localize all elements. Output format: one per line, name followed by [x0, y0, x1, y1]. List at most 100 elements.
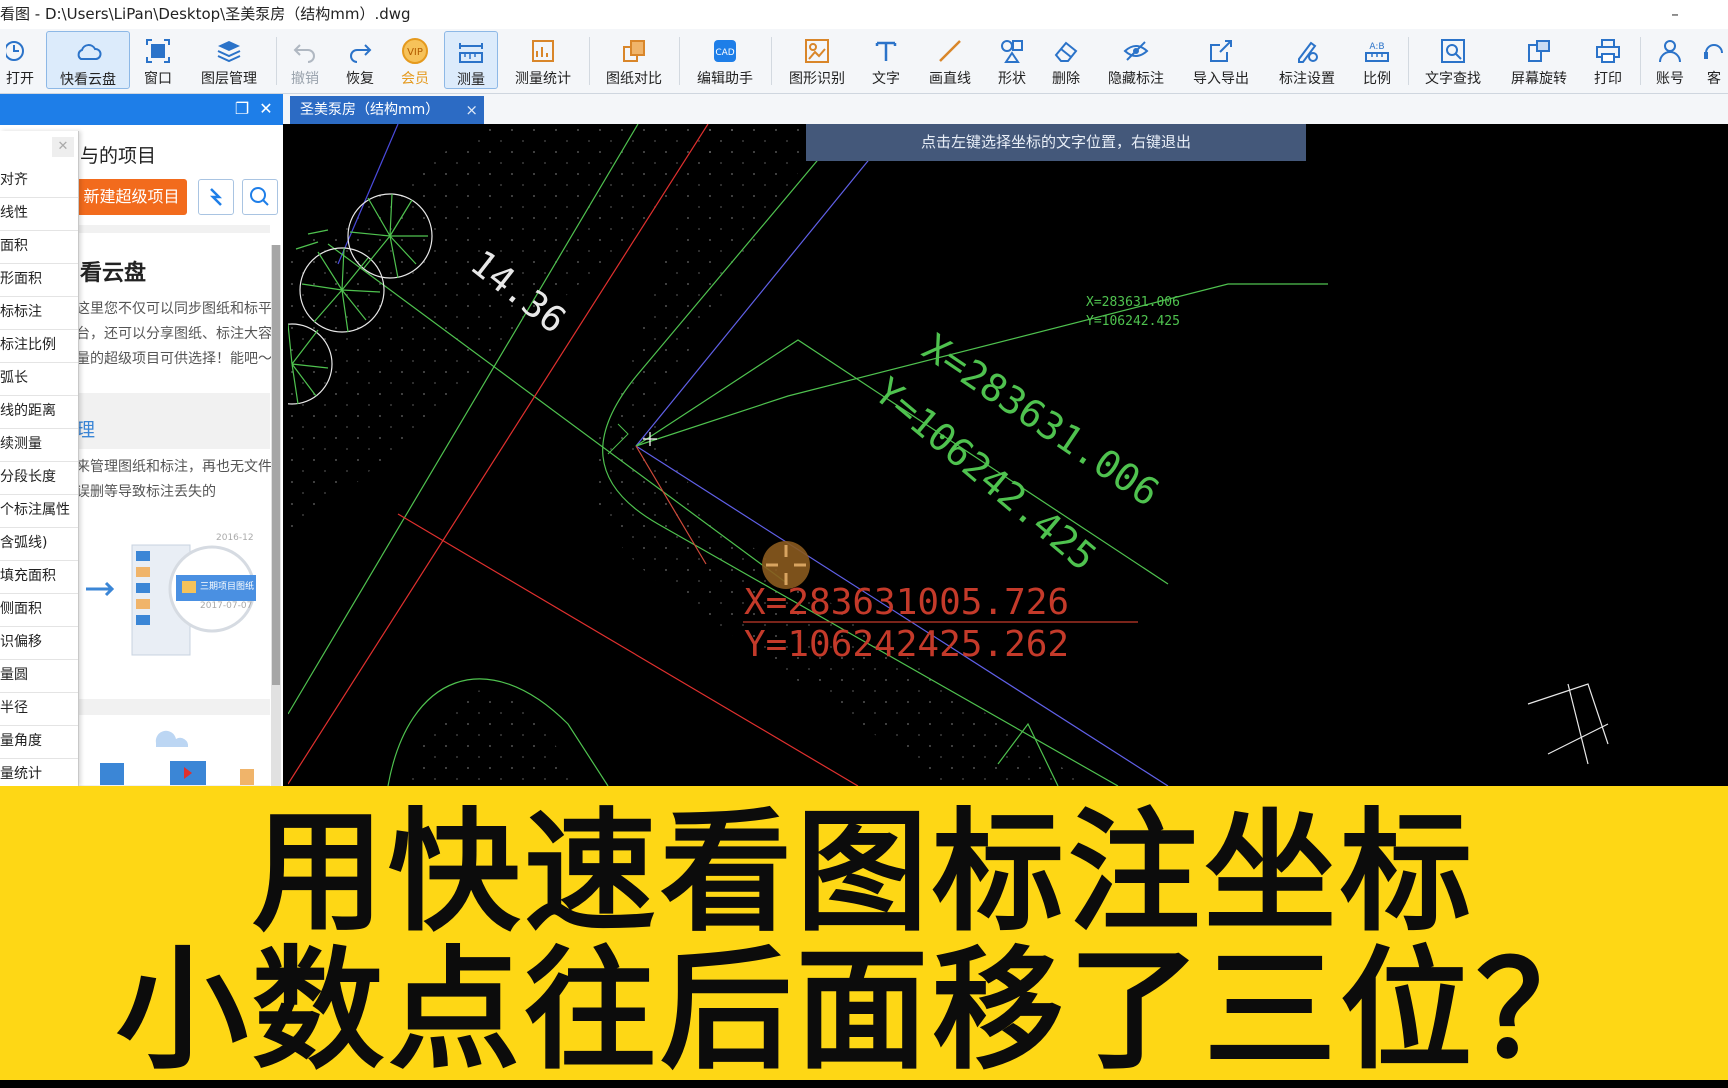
measure-menu-item[interactable]: 个标注属性 [0, 494, 78, 528]
close-tab-icon[interactable]: × [465, 96, 478, 124]
measure-menu-item[interactable]: 标标注 [0, 296, 78, 330]
window-icon [146, 39, 170, 63]
toolbar-print-button[interactable]: 打印 [1586, 31, 1630, 89]
menu-close-icon[interactable]: ✕ [52, 137, 74, 157]
restore-panel-icon[interactable]: ❐ [232, 99, 252, 119]
toolbar-annotation-settings-button[interactable]: 标注设置 [1270, 31, 1344, 89]
toolbar-hide-annotations-button[interactable]: 隐藏标注 [1099, 31, 1173, 89]
measure-menu-item[interactable]: 半径 [0, 692, 78, 726]
measure-menu-item[interactable]: 识偏移 [0, 626, 78, 660]
export-icon [1210, 40, 1232, 62]
toolbar-label: 测量统计 [515, 71, 571, 87]
toolbar-label: 导入导出 [1193, 71, 1249, 87]
caption-line-1: 用快速看图标注坐标 [252, 796, 1476, 950]
measure-menu-item[interactable]: 线的距离 [0, 395, 78, 429]
toolbar-scale-button[interactable]: A:B 比例 [1355, 31, 1399, 89]
eraser-icon [1054, 41, 1078, 62]
toolbar-redo-button[interactable]: 恢复 [338, 31, 382, 89]
toolbar-separator [1408, 37, 1409, 85]
toolbar-service-button[interactable]: 客 [1700, 31, 1728, 89]
measure-menu-item[interactable]: 标注比例 [0, 329, 78, 363]
document-tab-name: 圣美泵房（结构mm） [300, 102, 440, 118]
svg-text:A:B: A:B [1369, 42, 1384, 52]
undo-icon [293, 44, 315, 63]
toolbar-label: 隐藏标注 [1108, 71, 1164, 87]
toolbar-edit-assistant-button[interactable]: CAD 编辑助手 [688, 31, 762, 89]
cloud-illustration: 2016-12 三期项目图纸 2017-07-07 [84, 521, 264, 661]
toolbar-rotate-screen-button[interactable]: 屏幕旋转 [1502, 31, 1576, 89]
shapes-icon [1001, 40, 1023, 63]
cad-drawing-canvas[interactable]: 14.36 X=283631.006 Y=106242.425 X=283631… [288, 124, 1728, 786]
toolbar-shape-recognize-button[interactable]: 图形识别 [780, 31, 854, 89]
toolbar-label: 编辑助手 [697, 71, 753, 87]
measure-menu-item[interactable]: 线性 [0, 197, 78, 231]
coord-label-small-x: X=283631.006 [1086, 295, 1180, 310]
toolbar-text-button[interactable]: 文字 [864, 31, 908, 89]
toolbar-cloud-button[interactable]: 快看云盘 [46, 31, 130, 89]
cloud-description: 这里您不仅可以同步图纸和标平台，还可以分享图纸、标注大容量的超级项目可供选择！能… [76, 301, 272, 367]
minimize-button[interactable]: – [1658, 0, 1692, 29]
measure-menu-item[interactable]: 填充面积 [0, 560, 78, 594]
measure-menu-item[interactable]: 续测量 [0, 428, 78, 462]
toolbar-open-button[interactable]: 打开 [0, 31, 40, 89]
thumb-date-2: 2017-07-07 [200, 601, 253, 611]
toolbar-measure-stats-button[interactable]: 测量统计 [506, 31, 580, 89]
toolbar-label: 比例 [1363, 71, 1391, 87]
measure-menu-item[interactable]: 量圆 [0, 659, 78, 693]
toolbar-delete-button[interactable]: 删除 [1044, 31, 1088, 89]
upload-graphic [100, 730, 254, 785]
toolbar-label: 恢复 [346, 71, 374, 87]
operation-hint: 点击左键选择坐标的文字位置，右键退出 [806, 124, 1306, 161]
measure-dropdown-menu: ✕ 对齐 线性 面积 形面积 标标注 标注比例 弧长 线的距离 续测量 分段长度… [0, 131, 79, 792]
toolbar-shapes-button[interactable]: 形状 [990, 31, 1034, 89]
svg-text:VIP: VIP [407, 47, 423, 58]
document-tab[interactable]: 圣美泵房（结构mm） × [290, 96, 484, 124]
cloud-icon [77, 44, 102, 60]
manage-description: 来管理图纸和标注，再也无文件误删等导致标注丢失的 [76, 459, 272, 500]
vip-icon: VIP [402, 38, 428, 64]
toolbar-compare-button[interactable]: 图纸对比 [598, 31, 670, 89]
toolbar-window-button[interactable]: 窗口 [136, 31, 180, 89]
measure-menu-item[interactable]: 形面积 [0, 263, 78, 297]
toolbar-account-button[interactable]: 账号 [1648, 31, 1692, 89]
toolbar-label: 文字查找 [1425, 71, 1481, 87]
toolbar-measure-button[interactable]: 测量 [444, 31, 498, 89]
layers-icon [217, 41, 241, 63]
annotation-settings-icon [1298, 41, 1318, 63]
measure-menu-item[interactable]: 侧面积 [0, 593, 78, 627]
measure-menu-item[interactable]: 分段长度 [0, 461, 78, 495]
toolbar-text-search-button[interactable]: 文字查找 [1416, 31, 1490, 89]
toolbar-label: 图纸对比 [606, 71, 662, 87]
sync-button[interactable] [198, 179, 234, 215]
toolbar-label: 快看云盘 [60, 72, 116, 88]
measure-menu-item[interactable]: 量角度 [0, 725, 78, 759]
main-toolbar: 打开 快看云盘 窗口 图层管理 撤销 恢复 VIP 会员 测量 测量统计 图纸对… [0, 29, 1728, 94]
toolbar-undo-button[interactable]: 撤销 [283, 31, 327, 89]
eye-hide-icon [1123, 41, 1149, 61]
search-button[interactable] [242, 179, 278, 215]
toolbar-label: 撤销 [291, 71, 319, 87]
toolbar-draw-line-button[interactable]: 画直线 [920, 31, 980, 89]
new-super-project-button[interactable]: 新建超级项目 [76, 179, 187, 215]
line-icon [939, 40, 961, 62]
toolbar-import-export-button[interactable]: 导入导出 [1184, 31, 1258, 89]
close-panel-icon[interactable]: ✕ [256, 99, 276, 119]
svg-text:CAD: CAD [715, 48, 734, 58]
toolbar-label: 删除 [1052, 71, 1080, 87]
toolbar-vip-button[interactable]: VIP 会员 [393, 31, 437, 89]
cad-edit-icon: CAD [714, 40, 736, 62]
project-title: 与的项目 [80, 145, 157, 167]
toolbar-label: 图层管理 [201, 71, 257, 87]
measure-menu-item[interactable]: 面积 [0, 230, 78, 264]
measure-menu-item[interactable]: 弧长 [0, 362, 78, 396]
measure-stats-icon [532, 40, 554, 62]
measure-menu-item[interactable]: 对齐 [0, 164, 78, 198]
cad-drawing[interactable]: 14.36 X=283631.006 Y=106242.425 X=283631… [288, 124, 1728, 786]
toolbar-separator [679, 37, 680, 85]
scrollbar-thumb[interactable] [272, 245, 280, 685]
rotate-screen-icon [1528, 40, 1550, 62]
search-icon [250, 187, 269, 206]
left-panel-scrollbar[interactable] [271, 245, 281, 786]
toolbar-layers-button[interactable]: 图层管理 [192, 31, 266, 89]
measure-menu-item[interactable]: 含弧线) [0, 527, 78, 561]
